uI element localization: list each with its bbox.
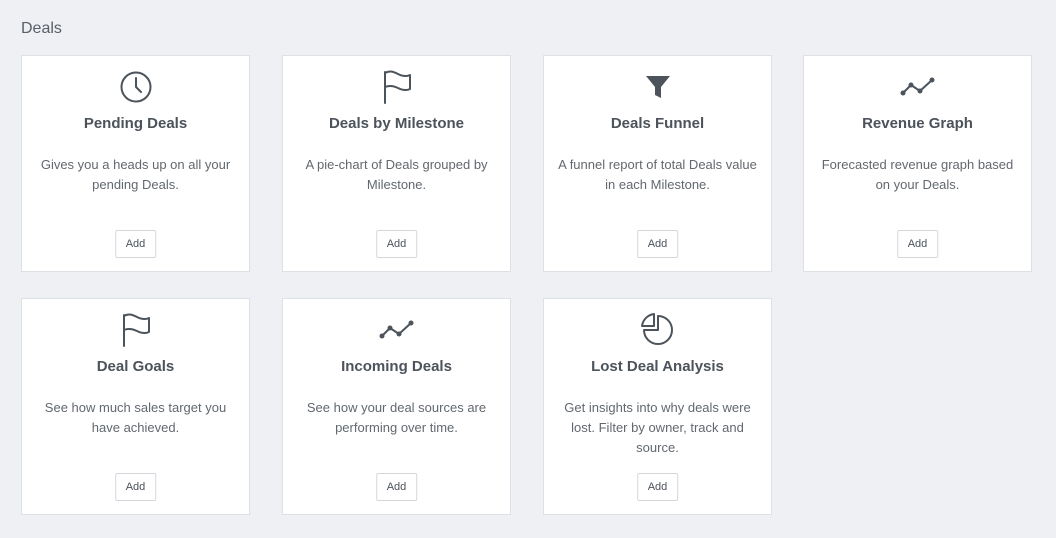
widget-card-incoming-deals: Incoming Deals See how your deal sources…: [282, 298, 511, 515]
card-title: Lost Deal Analysis: [591, 358, 724, 375]
card-description: See how your deal sources are performing…: [306, 400, 487, 435]
funnel-icon: [544, 69, 771, 105]
widget-card-revenue-graph: Revenue Graph Forecasted revenue graph b…: [803, 55, 1032, 272]
add-incoming-deals-button[interactable]: Add: [375, 473, 418, 501]
widget-card-deal-goals: Deal Goals See how much sales target you…: [21, 298, 250, 515]
card-description: Gives you a heads up on all your pending…: [40, 157, 231, 192]
add-deals-funnel-button[interactable]: Add: [636, 230, 679, 258]
add-pending-deals-button[interactable]: Add: [114, 230, 157, 258]
card-title: Revenue Graph: [862, 115, 973, 132]
card-description: A pie-chart of Deals grouped by Mileston…: [305, 157, 488, 192]
clock-icon: [22, 69, 249, 105]
widget-card-pending-deals: Pending Deals Gives you a heads up on al…: [21, 55, 250, 272]
card-title: Pending Deals: [83, 115, 188, 132]
line-graph-icon: [804, 69, 1031, 105]
card-title: Deals by Milestone: [328, 115, 465, 132]
card-title: Deal Goals: [96, 358, 175, 375]
card-title: Incoming Deals: [341, 358, 452, 375]
widget-card-deals-by-milestone: Deals by Milestone A pie-chart of Deals …: [282, 55, 511, 272]
flag-icon: [283, 69, 510, 105]
add-deal-goals-button[interactable]: Add: [114, 473, 157, 501]
card-title: Deals Funnel: [610, 115, 705, 132]
add-lost-deal-analysis-button[interactable]: Add: [636, 473, 679, 501]
card-description: Get insights into why deals were lost. F…: [564, 400, 751, 455]
card-description: A funnel report of total Deals value in …: [558, 157, 757, 192]
line-graph-icon: [283, 312, 510, 348]
widget-card-deals-funnel: Deals Funnel A funnel report of total De…: [543, 55, 772, 272]
flag-icon: [22, 312, 249, 348]
pie-chart-icon: [544, 312, 771, 348]
add-revenue-graph-button[interactable]: Add: [896, 230, 939, 258]
card-description: See how much sales target you have achie…: [44, 400, 227, 435]
section-title: Deals: [21, 20, 62, 37]
card-description: Forecasted revenue graph based on your D…: [821, 157, 1014, 192]
widget-card-lost-deal-analysis: Lost Deal Analysis Get insights into why…: [543, 298, 772, 515]
add-deals-by-milestone-button[interactable]: Add: [375, 230, 418, 258]
